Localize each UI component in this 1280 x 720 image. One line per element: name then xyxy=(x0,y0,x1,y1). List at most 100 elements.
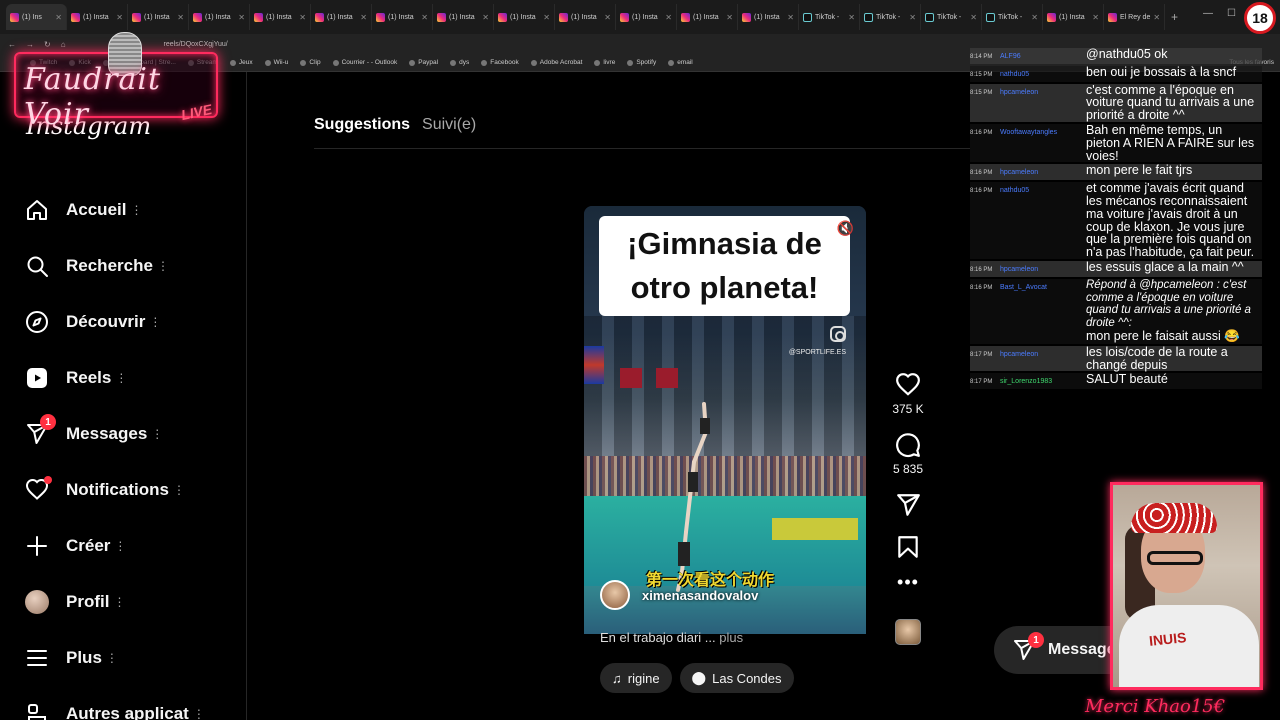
sidebar-item-notifications[interactable]: Notifications ⋮ xyxy=(24,462,205,518)
close-icon[interactable]: ✕ xyxy=(970,13,977,22)
bookmark-icon[interactable] xyxy=(895,534,921,560)
browser-tab[interactable]: (1) Insta ✕ xyxy=(433,4,494,30)
home-button-icon[interactable]: ⌂ xyxy=(61,40,66,49)
location-chip[interactable]: ⬤ Las Condes xyxy=(679,663,794,693)
chat-username[interactable]: hpcameleon xyxy=(1000,164,1086,180)
close-icon[interactable]: ✕ xyxy=(421,13,428,22)
share-action[interactable] xyxy=(895,492,921,518)
comment-action[interactable]: 5 835 xyxy=(893,432,923,476)
chat-username[interactable]: sir_Lorenzo1983 xyxy=(1000,373,1086,389)
sidebar-item-search[interactable]: Recherche ⋮ xyxy=(24,238,205,294)
browser-tab[interactable]: (1) Insta ✕ xyxy=(1043,4,1104,30)
browser-tab[interactable]: (1) Insta ✕ xyxy=(372,4,433,30)
close-icon[interactable]: ✕ xyxy=(482,13,489,22)
sidebar-item-create[interactable]: Créer ⋮ xyxy=(24,518,205,574)
chat-username[interactable]: nathdu05 xyxy=(1000,66,1086,82)
chat-username[interactable]: ALF96 xyxy=(1000,48,1086,64)
chat-message-text: Bah en même temps, un pieton A RIEN A FA… xyxy=(1086,122,1255,163)
drag-handle-icon: ⋮ xyxy=(192,707,205,720)
chat-username[interactable]: nathdu05 xyxy=(1000,182,1086,259)
browser-tab[interactable]: (1) Insta ✕ xyxy=(494,4,555,30)
chat-username[interactable]: hpcameleon xyxy=(1000,261,1086,277)
browser-tab[interactable]: (1) Insta ✕ xyxy=(311,4,372,30)
mute-icon[interactable]: 🔇 xyxy=(837,220,854,237)
browser-tab[interactable]: (1) Insta ✕ xyxy=(677,4,738,30)
heart-icon[interactable] xyxy=(895,372,921,398)
bookmark-item[interactable]: Jeux xyxy=(229,59,253,66)
close-icon[interactable]: ✕ xyxy=(787,13,794,22)
reload-icon[interactable]: ↻ xyxy=(44,40,51,49)
chat-username[interactable]: hpcameleon xyxy=(1000,84,1086,122)
bookmark-item[interactable]: livre xyxy=(594,59,615,66)
more-options-icon[interactable]: ••• xyxy=(897,572,919,593)
sidebar-item-explore[interactable]: Découvrir ⋮ xyxy=(24,294,205,350)
browser-tab[interactable]: (1) Ins ✕ xyxy=(6,4,67,30)
bookmark-item[interactable]: dys xyxy=(450,59,469,66)
back-icon[interactable]: ← xyxy=(8,40,16,49)
bookmark-item[interactable]: Wii-u xyxy=(264,59,288,66)
bookmark-item[interactable]: Facebook xyxy=(481,59,519,66)
close-icon[interactable]: ✕ xyxy=(1153,13,1160,22)
author-avatar[interactable] xyxy=(600,580,630,610)
tab-suggestions[interactable]: Suggestions xyxy=(314,116,410,134)
browser-tab[interactable]: (1) Insta ✕ xyxy=(738,4,799,30)
browser-tab[interactable]: (1) Insta ✕ xyxy=(67,4,128,30)
reel-video[interactable]: ¡Gimnasia de otro planeta! 🔇 @SPORTLIFE.… xyxy=(584,206,866,634)
sidebar-item-profile[interactable]: Profil ⋮ xyxy=(24,574,205,630)
chat-username[interactable]: Wooftawaytangles xyxy=(1000,124,1086,162)
close-icon[interactable]: ✕ xyxy=(1092,13,1099,22)
close-icon[interactable]: ✕ xyxy=(360,13,367,22)
sidebar-item-reels[interactable]: Reels ⋮ xyxy=(24,350,205,406)
browser-tab[interactable]: (1) Insta ✕ xyxy=(616,4,677,30)
close-icon[interactable]: ✕ xyxy=(726,13,733,22)
close-icon[interactable]: ✕ xyxy=(1031,13,1038,22)
bookmark-item[interactable]: Adobe Acrobat xyxy=(530,59,582,66)
bookmark-item[interactable]: Clip xyxy=(300,59,321,66)
bookmark-item[interactable]: Spotify xyxy=(627,59,656,66)
forward-icon[interactable]: → xyxy=(26,40,34,49)
sidebar-item-home[interactable]: Accueil ⋮ xyxy=(24,182,205,238)
chat-username[interactable]: Bast_L_Avocat xyxy=(1000,279,1086,344)
close-icon[interactable]: ✕ xyxy=(177,13,184,22)
instagram-icon xyxy=(620,12,629,22)
close-icon[interactable]: ✕ xyxy=(116,13,123,22)
caption-more-link[interactable]: plus xyxy=(719,630,743,645)
audio-chip[interactable]: ♫ rigine xyxy=(600,663,672,693)
close-icon[interactable]: ✕ xyxy=(848,13,855,22)
browser-tab[interactable]: (1) Insta ✕ xyxy=(128,4,189,30)
browser-tab[interactable]: TikTok - ✕ xyxy=(982,4,1043,30)
close-icon[interactable]: ✕ xyxy=(238,13,245,22)
browser-tab[interactable]: (1) Insta ✕ xyxy=(555,4,616,30)
new-tab-icon[interactable]: + xyxy=(1171,10,1178,24)
browser-tab[interactable]: (1) Insta ✕ xyxy=(250,4,311,30)
bookmark-item[interactable]: Paypal xyxy=(409,59,438,66)
minimize-icon[interactable]: — xyxy=(1203,8,1213,19)
sidebar-item-more[interactable]: Plus ⋮ xyxy=(24,630,205,686)
close-icon[interactable]: ✕ xyxy=(55,13,62,22)
reel-author[interactable]: ximenasandovalov xyxy=(600,580,758,610)
maximize-icon[interactable]: ☐ xyxy=(1227,8,1236,19)
url-field[interactable]: reels/DQoxCXgjYuu/ xyxy=(164,41,228,48)
browser-tab[interactable]: TikTok - ✕ xyxy=(921,4,982,30)
like-action[interactable]: 375 K xyxy=(892,372,924,416)
browser-tab[interactable]: (1) Insta ✕ xyxy=(189,4,250,30)
browser-tab[interactable]: El Rey de ✕ xyxy=(1104,4,1165,30)
close-icon[interactable]: ✕ xyxy=(909,13,916,22)
share-icon[interactable] xyxy=(895,492,921,518)
chat-username[interactable]: hpcameleon xyxy=(1000,346,1086,372)
close-icon[interactable]: ✕ xyxy=(543,13,550,22)
tab-following[interactable]: Suivi(e) xyxy=(422,116,476,134)
close-icon[interactable]: ✕ xyxy=(604,13,611,22)
save-action[interactable] xyxy=(895,534,921,560)
bookmark-item[interactable]: email xyxy=(668,59,693,66)
sidebar-item-messages[interactable]: 1 Messages ⋮ xyxy=(24,406,205,462)
close-icon[interactable]: ✕ xyxy=(665,13,672,22)
sidebar-item-apps[interactable]: Autres applicat ⋮ xyxy=(24,686,205,720)
audio-thumbnail[interactable] xyxy=(895,619,921,645)
comment-icon[interactable] xyxy=(895,432,921,458)
browser-tab[interactable]: TikTok - ✕ xyxy=(799,4,860,30)
close-icon[interactable]: ✕ xyxy=(299,13,306,22)
author-name[interactable]: ximenasandovalov xyxy=(642,588,758,603)
bookmark-item[interactable]: Courrier - - Outlook xyxy=(332,59,397,66)
browser-tab[interactable]: TikTok - ✕ xyxy=(860,4,921,30)
